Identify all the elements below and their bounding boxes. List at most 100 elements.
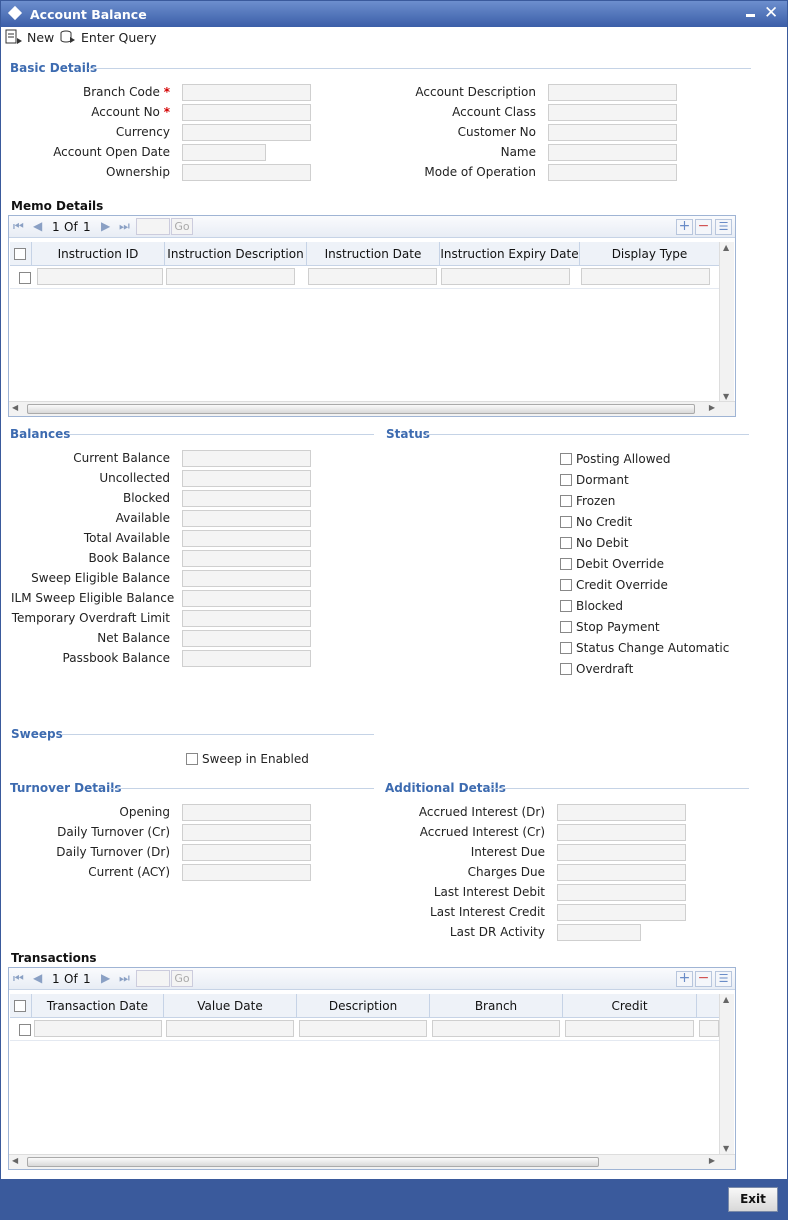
add-row-icon[interactable]: + xyxy=(676,971,693,987)
temporary-overdraft-limit-field[interactable] xyxy=(182,610,311,627)
frozen-checkbox[interactable]: Frozen xyxy=(560,494,615,508)
mode-of-operation-field[interactable] xyxy=(548,164,677,181)
delete-row-icon[interactable]: − xyxy=(695,219,712,235)
pager-page-input[interactable] xyxy=(136,970,170,987)
credit-override-box[interactable] xyxy=(560,579,572,591)
dormant-checkbox[interactable]: Dormant xyxy=(560,473,629,487)
scroll-up-arrow-icon[interactable]: ▲ xyxy=(723,995,729,1004)
last-interest-debit-field[interactable] xyxy=(557,884,686,901)
col-description[interactable]: Description xyxy=(297,994,430,1018)
col-instruction-expiry-date[interactable]: Instruction Expiry Date xyxy=(440,242,580,266)
transaction-date-cell[interactable] xyxy=(34,1020,162,1037)
opening-field[interactable] xyxy=(182,804,311,821)
scroll-down-arrow-icon[interactable]: ▼ xyxy=(723,1144,729,1153)
net-balance-field[interactable] xyxy=(182,630,311,647)
status-change-automatic-box[interactable] xyxy=(560,642,572,654)
pager-page-input[interactable] xyxy=(136,218,170,235)
col-branch[interactable]: Branch xyxy=(430,994,563,1018)
col-credit[interactable]: Credit xyxy=(563,994,697,1018)
currency-field[interactable] xyxy=(182,124,311,141)
pager-next-icon[interactable]: ▶ xyxy=(101,219,110,233)
account-no-field[interactable] xyxy=(182,104,311,121)
display-type-cell[interactable] xyxy=(581,268,710,285)
add-row-icon[interactable]: + xyxy=(676,219,693,235)
row-checkbox[interactable] xyxy=(19,1024,31,1036)
next-column-cell[interactable] xyxy=(699,1020,719,1037)
scroll-down-arrow-icon[interactable]: ▼ xyxy=(723,392,729,401)
scroll-right-arrow-icon[interactable]: ▶ xyxy=(709,1156,715,1165)
current-balance-field[interactable] xyxy=(182,450,311,467)
credit-override-checkbox[interactable]: Credit Override xyxy=(560,578,668,592)
blocked-box[interactable] xyxy=(560,600,572,612)
last-interest-credit-field[interactable] xyxy=(557,904,686,921)
sweep-in-enabled-box[interactable] xyxy=(186,753,198,765)
credit-cell[interactable] xyxy=(565,1020,694,1037)
select-all-checkbox[interactable] xyxy=(14,248,26,260)
branch-code-field[interactable] xyxy=(182,84,311,101)
col-instruction-id[interactable]: Instruction ID xyxy=(32,242,165,266)
last-dr-activity-field[interactable] xyxy=(557,924,641,941)
pager-last-icon[interactable]: ⏭ xyxy=(119,971,130,986)
total-available-field[interactable] xyxy=(182,530,311,547)
uncollected-field[interactable] xyxy=(182,470,311,487)
pager-first-icon[interactable]: ⏮ xyxy=(13,219,24,234)
sweep-eligible-balance-field[interactable] xyxy=(182,570,311,587)
overdraft-box[interactable] xyxy=(560,663,572,675)
exit-button[interactable]: Exit xyxy=(728,1187,778,1212)
pager-prev-icon[interactable]: ◀ xyxy=(33,971,42,985)
col-instruction-description[interactable]: Instruction Description xyxy=(165,242,307,266)
accrued-interest-cr-field[interactable] xyxy=(557,824,686,841)
charges-due-field[interactable] xyxy=(557,864,686,881)
scroll-up-arrow-icon[interactable]: ▲ xyxy=(723,243,729,252)
enter-query-button[interactable]: Enter Query xyxy=(59,28,157,46)
transactions-scroll-thumb[interactable] xyxy=(27,1157,599,1167)
blocked-field[interactable] xyxy=(182,490,311,507)
value-date-cell[interactable] xyxy=(166,1020,294,1037)
account-open-date-field[interactable] xyxy=(182,144,266,161)
accrued-interest-dr-field[interactable] xyxy=(557,804,686,821)
col-value-date[interactable]: Value Date xyxy=(164,994,297,1018)
available-field[interactable] xyxy=(182,510,311,527)
transactions-grid-horizontal-scrollbar[interactable]: ◀ ▶ xyxy=(9,1154,735,1169)
pager-first-icon[interactable]: ⏮ xyxy=(13,971,24,986)
passbook-balance-field[interactable] xyxy=(182,650,311,667)
name-field[interactable] xyxy=(548,144,677,161)
stop-payment-box[interactable] xyxy=(560,621,572,633)
blocked-checkbox[interactable]: Blocked xyxy=(560,599,623,613)
customer-no-field[interactable] xyxy=(548,124,677,141)
ilm-sweep-eligible-balance-field[interactable] xyxy=(182,590,311,607)
memo-scroll-thumb[interactable] xyxy=(27,404,695,414)
scroll-right-arrow-icon[interactable]: ▶ xyxy=(709,403,715,412)
scroll-left-arrow-icon[interactable]: ◀ xyxy=(12,403,18,412)
daily-turnover-cr-field[interactable] xyxy=(182,824,311,841)
interest-due-field[interactable] xyxy=(557,844,686,861)
sweep-in-enabled-checkbox[interactable]: Sweep in Enabled xyxy=(186,752,309,766)
branch-cell[interactable] xyxy=(432,1020,560,1037)
no-credit-box[interactable] xyxy=(560,516,572,528)
row-checkbox[interactable] xyxy=(19,272,31,284)
memo-grid-vertical-scrollbar[interactable]: ▲ ▼ xyxy=(719,242,734,402)
frozen-box[interactable] xyxy=(560,495,572,507)
instruction-expiry-date-cell[interactable] xyxy=(441,268,570,285)
daily-turnover-dr-field[interactable] xyxy=(182,844,311,861)
pager-last-icon[interactable]: ⏭ xyxy=(119,219,130,234)
overdraft-checkbox[interactable]: Overdraft xyxy=(560,662,633,676)
col-display-type[interactable]: Display Type xyxy=(580,242,719,266)
delete-row-icon[interactable]: − xyxy=(695,971,712,987)
transactions-grid-vertical-scrollbar[interactable]: ▲ ▼ xyxy=(719,994,734,1154)
book-balance-field[interactable] xyxy=(182,550,311,567)
stop-payment-checkbox[interactable]: Stop Payment xyxy=(560,620,660,634)
instruction-description-cell[interactable] xyxy=(166,268,295,285)
new-button[interactable]: New xyxy=(5,28,54,46)
select-all-checkbox[interactable] xyxy=(14,1000,26,1012)
no-debit-box[interactable] xyxy=(560,537,572,549)
close-button[interactable]: ✕ xyxy=(764,3,778,23)
instruction-id-cell[interactable] xyxy=(37,268,163,285)
account-class-field[interactable] xyxy=(548,104,677,121)
pager-next-icon[interactable]: ▶ xyxy=(101,971,110,985)
debit-override-box[interactable] xyxy=(560,558,572,570)
account-description-field[interactable] xyxy=(548,84,677,101)
status-change-automatic-checkbox[interactable]: Status Change Automatic xyxy=(560,641,729,655)
posting-allowed-box[interactable] xyxy=(560,453,572,465)
pager-prev-icon[interactable]: ◀ xyxy=(33,219,42,233)
